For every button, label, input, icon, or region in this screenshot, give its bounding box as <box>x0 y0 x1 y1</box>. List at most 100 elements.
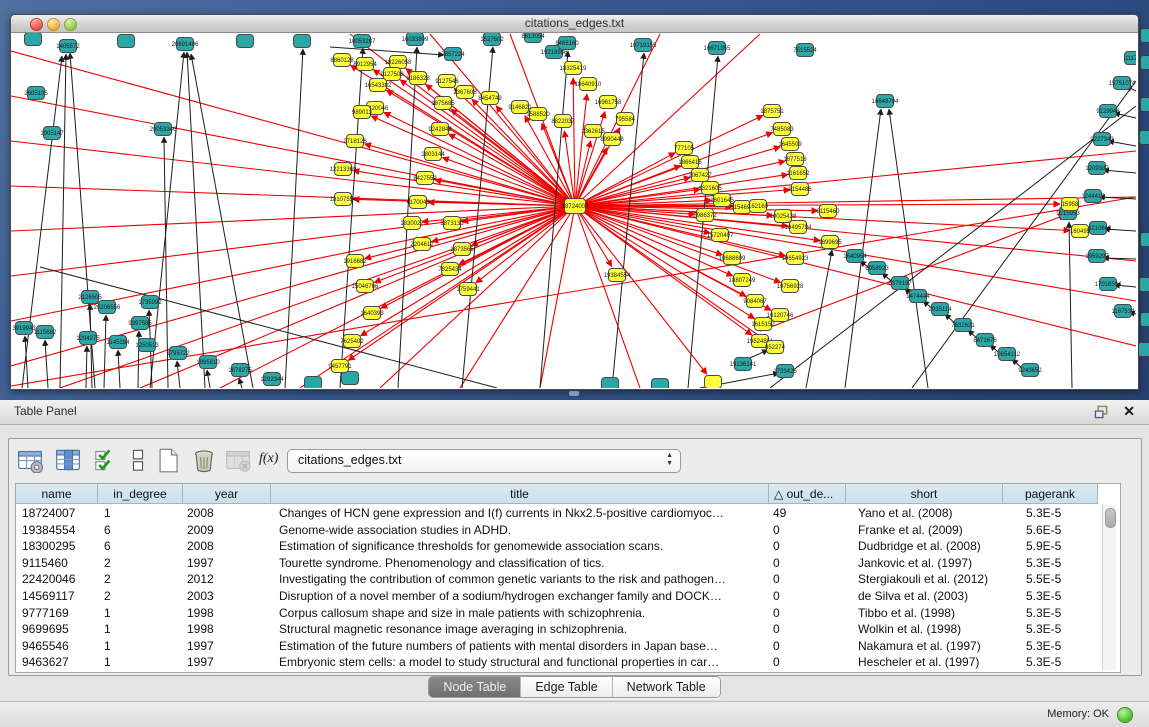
table-cell: 0 <box>773 654 844 671</box>
table-cell: 1 <box>104 654 181 671</box>
table-cell: 2003 <box>187 588 269 605</box>
row-height-icon[interactable] <box>125 447 151 473</box>
column-header-pagerank[interactable]: pagerank <box>1003 484 1098 504</box>
graph-node-label: 18325419 <box>560 66 587 72</box>
function-builder-icon[interactable]: f(x) <box>259 451 278 467</box>
graph-node-label: 8466160 <box>555 41 579 47</box>
table-cell: 5.3E-5 <box>1026 605 1096 622</box>
graph-node[interactable] <box>305 377 322 389</box>
table-tabs: Node TableEdge TableNetwork Table <box>0 676 1149 698</box>
table-cell: 0 <box>773 522 844 539</box>
graph-node-label: 19384554 <box>604 273 631 279</box>
graph-node-label: 18226058 <box>385 60 412 66</box>
column-select-icon[interactable] <box>55 447 81 473</box>
graph-node-label: 1292344 <box>260 377 284 383</box>
graph-node-label: 18724007 <box>562 204 589 210</box>
graph-node-label: 17016504 <box>1095 282 1122 288</box>
graph-node-label: 160495 <box>1070 229 1091 235</box>
graph-node-label: 8186328 <box>406 76 430 82</box>
table-cell: Changes of HCN gene expression and I(f) … <box>279 505 767 522</box>
graph-node-label: 9243652 <box>1018 368 1042 374</box>
graph-node-label: 7625402 <box>340 339 364 345</box>
table-scrollbar[interactable] <box>1102 505 1116 670</box>
table-cell: 5.9E-5 <box>1026 538 1096 555</box>
graph-node-label: 9115460 <box>817 209 841 215</box>
column-header-title[interactable]: title <box>271 484 769 504</box>
graph-node-label: 2718126 <box>343 139 367 145</box>
graph-node[interactable] <box>25 33 42 46</box>
table-row[interactable]: 946362711997Embryonic stem cells: a mode… <box>16 654 1120 671</box>
graph-node[interactable] <box>118 35 135 48</box>
graph-node-label: 1209387 <box>1085 166 1109 172</box>
table-panel-title: Table Panel <box>14 404 77 418</box>
table-row[interactable]: 969969511998Structural magnetic resonanc… <box>16 621 1120 638</box>
network-window-title: citations_edges.txt <box>11 16 1138 30</box>
table-row[interactable]: 1456911722003Disruption of a novel membe… <box>16 588 1120 605</box>
graph-node-label: 1250513 <box>135 343 159 349</box>
table-cell: 1 <box>104 605 181 622</box>
table-cell: Estimation of the future numbers of pati… <box>279 638 767 655</box>
float-panel-icon[interactable] <box>1094 405 1109 419</box>
delete-table-icon[interactable] <box>191 447 217 473</box>
table-cell: 9699695 <box>22 621 96 638</box>
graph-node-label: 8822037 <box>551 119 575 125</box>
network-canvas[interactable]: 1405572206914061005328716033809785722415… <box>11 33 1136 388</box>
network-view-window[interactable]: citations_edges.txt 14055722069140610053… <box>10 14 1139 390</box>
table-cell: 1998 <box>187 621 269 638</box>
column-header-short[interactable]: short <box>846 484 1003 504</box>
column-header-year[interactable]: year <box>183 484 271 504</box>
table-row[interactable]: 911546021997Tourette syndrome. Phenomeno… <box>16 555 1120 572</box>
graph-node-label: 1877516 <box>783 157 807 163</box>
table-cell: Yano et al. (2008) <box>858 505 1001 522</box>
panel-drag-handle[interactable] <box>569 391 579 396</box>
table-cell: Jankovic et al. (1997) <box>858 555 1001 572</box>
tab-edge-table[interactable]: Edge Table <box>521 677 612 697</box>
graph-node[interactable] <box>342 372 359 385</box>
graph-node-label: 1916682 <box>343 259 367 265</box>
graph-node-label: 9474444 <box>906 294 930 300</box>
column-header-out_de[interactable]: △ out_de... <box>769 484 846 504</box>
table-settings-icon[interactable] <box>17 447 43 473</box>
column-header-name[interactable]: name <box>16 484 98 504</box>
graph-node[interactable] <box>652 379 669 389</box>
select-all-rows-icon[interactable] <box>93 447 119 473</box>
table-scrollbar-thumb[interactable] <box>1105 508 1116 528</box>
graph-node-label: 2935114 <box>929 307 953 313</box>
table-row[interactable]: 946554611997Estimation of the future num… <box>16 638 1120 655</box>
graph-node[interactable] <box>294 35 311 48</box>
graph-node-label: 16671355 <box>704 46 731 52</box>
graph-node-label: 1866416 <box>678 160 702 166</box>
table-row[interactable]: 1830029562008Estimation of significance … <box>16 538 1120 555</box>
table-row[interactable]: 977716911998Corpus callosum shape and si… <box>16 605 1120 622</box>
graph-node <box>1140 55 1149 70</box>
close-panel-icon[interactable]: ✕ <box>1123 403 1135 419</box>
graph-node-label: 2367608 <box>453 90 477 96</box>
table-cell: 2 <box>104 588 181 605</box>
tab-network-table[interactable]: Network Table <box>613 677 720 697</box>
table-cell: Estimation of significance thresholds fo… <box>279 538 767 555</box>
network-window-titlebar[interactable]: citations_edges.txt <box>11 15 1138 33</box>
column-header-in_degree[interactable]: in_degree <box>98 484 183 504</box>
graph-node-label: 1294275 <box>76 336 100 342</box>
graph-node[interactable] <box>705 376 722 389</box>
graph-node-label: 10053287 <box>349 39 376 45</box>
graph-node-label: 8427552 <box>413 176 437 182</box>
table-row[interactable]: 1872400712008Changes of HCN gene express… <box>16 505 1120 522</box>
table-cell: 9777169 <box>22 605 96 622</box>
network-select-dropdown[interactable]: citations_edges.txt ▲▼ <box>287 449 681 473</box>
table-cell: 18724007 <box>22 505 96 522</box>
table-row[interactable]: 2242004622012Investigating the contribut… <box>16 571 1120 588</box>
graph-node[interactable] <box>602 378 619 389</box>
table-row[interactable]: 1938455462009Genome-wide association stu… <box>16 522 1120 539</box>
graph-node-label: 8990448 <box>600 137 624 143</box>
new-table-icon[interactable] <box>155 447 181 473</box>
table-cell: Hescheler et al. (1997) <box>858 654 1001 671</box>
tab-node-table[interactable]: Node Table <box>429 677 521 697</box>
memory-ok-led-icon <box>1117 707 1133 723</box>
graph-node-label: 777105 <box>674 146 695 152</box>
graph-node-label: 15751074 <box>1109 81 1136 87</box>
graph-node[interactable] <box>237 35 254 48</box>
table-cell: 1 <box>104 505 181 522</box>
table-cell: 0 <box>773 555 844 572</box>
citation-network-graph[interactable]: 1405572206914061005328716033809785722415… <box>11 33 1136 388</box>
